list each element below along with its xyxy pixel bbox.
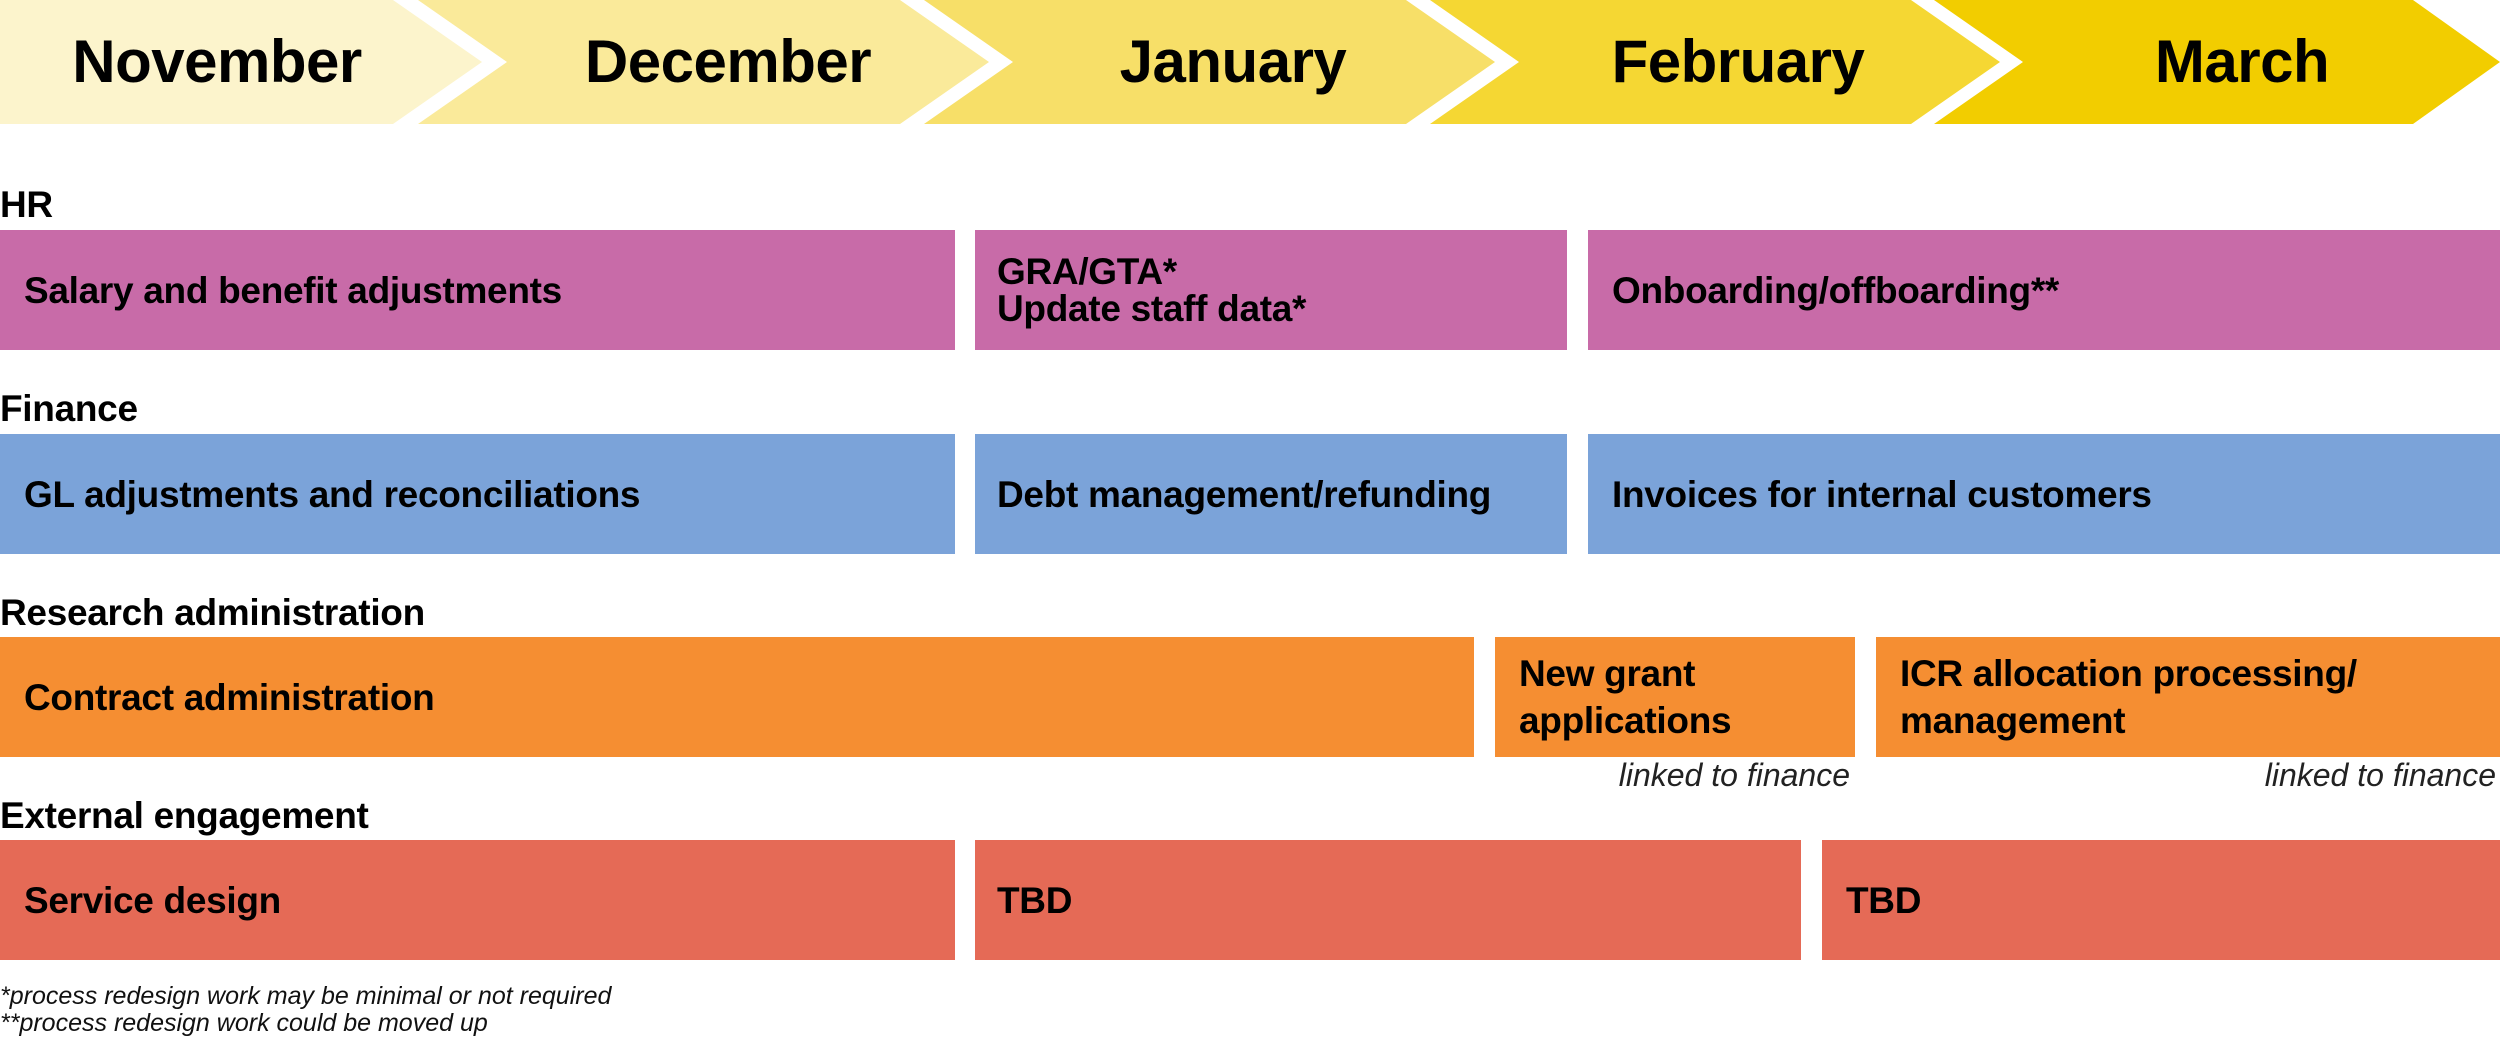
- bar-text: GL adjustments and reconciliations: [24, 473, 641, 515]
- hr-item-salary-benefits: Salary and benefit adjustments: [0, 230, 955, 350]
- bar-text: TBD: [997, 879, 1073, 921]
- linked-to-finance-note: linked to finance: [1618, 757, 1850, 793]
- month-label-february: February: [1611, 28, 1865, 95]
- bar-text: Contract administration: [24, 676, 435, 718]
- month-label-january: January: [1119, 28, 1347, 95]
- hr-item-gra-gta: GRA/GTA* Update staff data*: [975, 230, 1567, 350]
- finance-item-gl-adjustments: GL adjustments and reconciliations: [0, 434, 955, 554]
- bar-text: Onboarding/offboarding**: [1612, 269, 2060, 311]
- bar-text: GRA/GTA* Update staff data*: [997, 251, 1307, 329]
- section-label-finance: Finance: [0, 388, 138, 429]
- bar-text: Invoices for internal customers: [1612, 473, 2152, 515]
- finance-item-debt-management: Debt management/refunding: [975, 434, 1567, 554]
- month-label-december: December: [584, 28, 872, 95]
- research-item-icr-allocation: ICR allocation processing/ management: [1876, 637, 2500, 757]
- footnotes: *process redesign work may be minimal or…: [0, 983, 611, 1037]
- research-item-new-grant-applications: New grant applications: [1495, 637, 1855, 757]
- section-label-research-administration: Research administration: [0, 592, 425, 633]
- external-item-tbd-1: TBD: [975, 840, 1801, 960]
- bar-text: ICR allocation processing/ management: [1900, 653, 2357, 741]
- linked-to-finance-note: linked to finance: [2264, 757, 2496, 793]
- bar-text: New grant applications: [1519, 653, 1732, 741]
- finance-item-invoices: Invoices for internal customers: [1588, 434, 2500, 554]
- bar-text: Service design: [24, 879, 281, 921]
- month-label-march: March: [2154, 28, 2330, 95]
- research-item-contract-administration: Contract administration: [0, 637, 1474, 757]
- bar-text: TBD: [1846, 879, 1922, 921]
- section-label-hr: HR: [0, 184, 53, 225]
- bar-text: Salary and benefit adjustments: [24, 269, 562, 311]
- external-item-service-design: Service design: [0, 840, 955, 960]
- month-label-november: November: [72, 28, 362, 95]
- month-timeline: November December January February March: [0, 0, 2500, 124]
- bar-text: Debt management/refunding: [997, 473, 1492, 515]
- external-item-tbd-2: TBD: [1822, 840, 2500, 960]
- hr-item-onboarding: Onboarding/offboarding**: [1588, 230, 2500, 350]
- section-label-external-engagement: External engagement: [0, 795, 369, 836]
- footnote-single-asterisk: *process redesign work may be minimal or…: [0, 982, 612, 1010]
- footnote-double-asterisk: **process redesign work could be moved u…: [0, 1009, 488, 1037]
